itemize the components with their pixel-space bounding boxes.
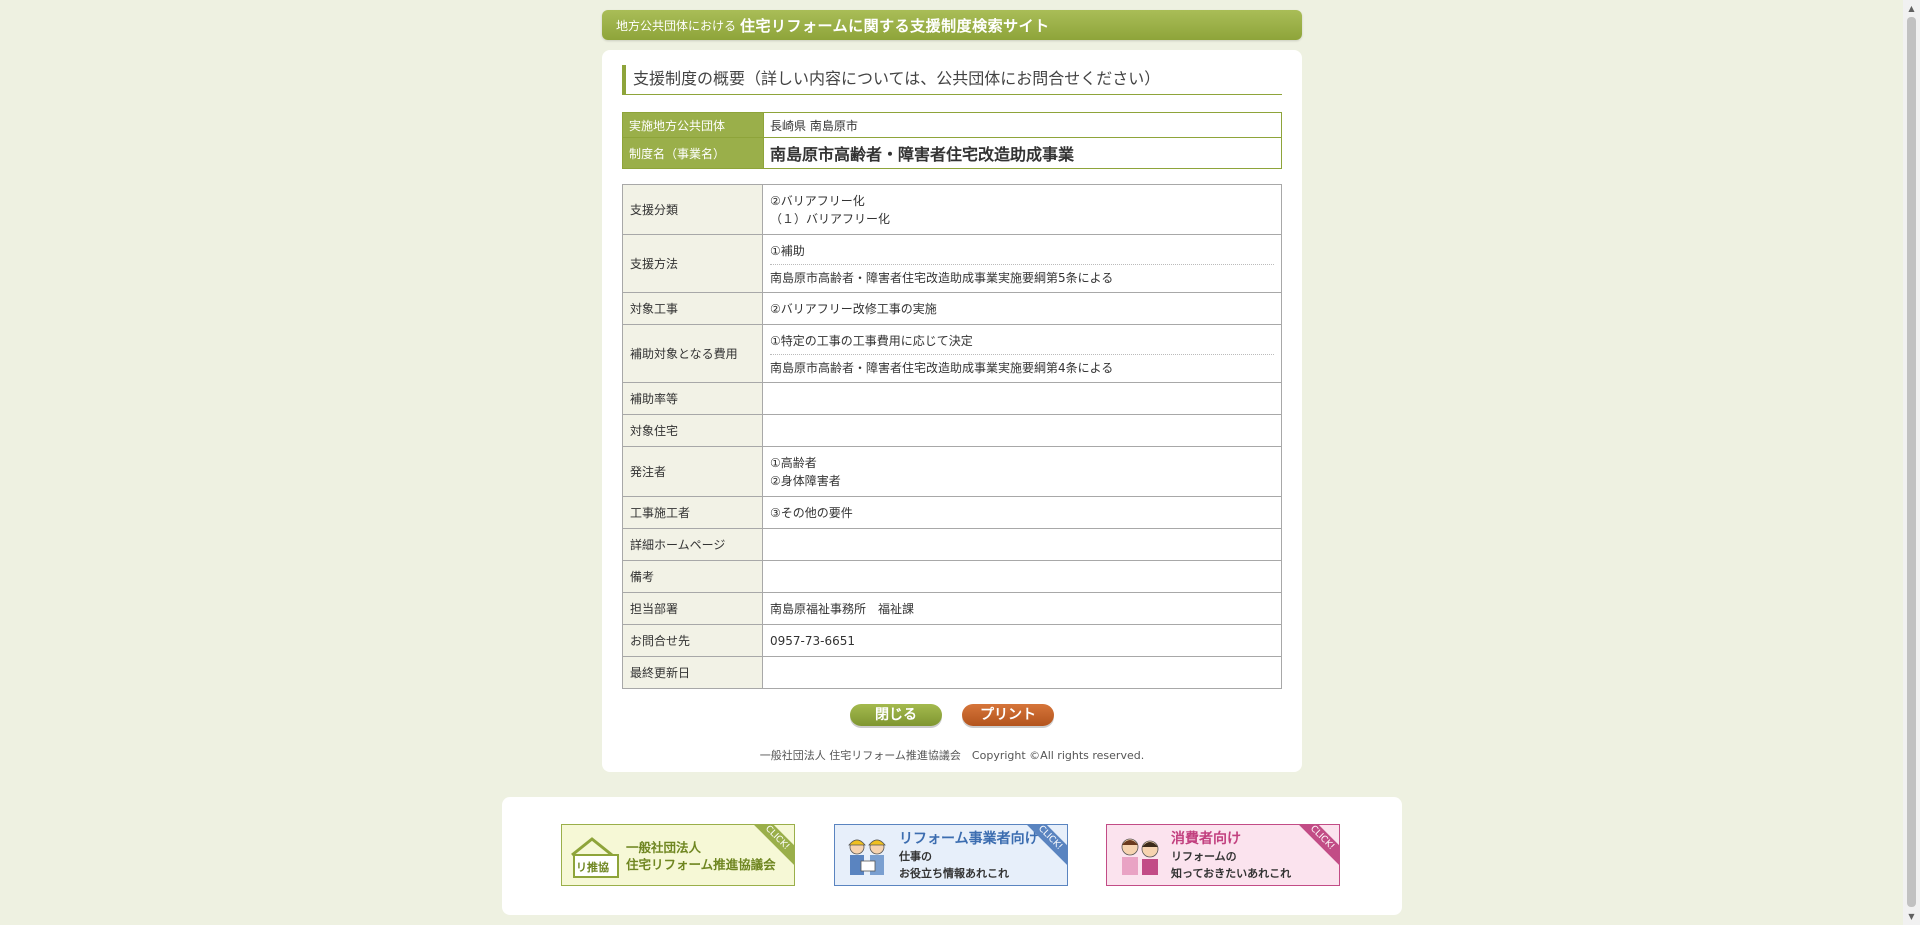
house-logo-icon: リ推協: [571, 837, 619, 878]
business-banner-link[interactable]: リフォーム事業者向け 仕事の お役立ち情報あれこれ CLICK!: [834, 824, 1068, 886]
scroll-thumb[interactable]: [1907, 17, 1916, 907]
business-banner-sub2: お役立ち情報あれこれ: [899, 867, 1009, 880]
table-row: 制度名（事業名） 南島原市高齢者・障害者住宅改造助成事業: [622, 137, 1282, 169]
print-button[interactable]: プリント: [962, 704, 1054, 726]
orderer-label: 発注者: [622, 446, 763, 497]
house-value: [762, 414, 1282, 447]
builder-value: ③その他の要件: [762, 496, 1282, 529]
cost-note: 南島原市高齢者・障害者住宅改造助成事業実施要綱第4条による: [770, 353, 1274, 376]
rate-value: [762, 382, 1282, 415]
table-row: 支援分類 ②バリアフリー化 （１）バリアフリー化: [622, 184, 1282, 235]
org-label: 実施地方公共団体: [622, 112, 764, 138]
consumer-banner-sub2: 知っておきたいあれこれ: [1171, 867, 1292, 880]
site-banner: 地方公共団体における 住宅リフォームに関する支援制度検索サイト: [602, 10, 1302, 40]
consumer-banner-sub1: リフォームの: [1171, 850, 1237, 863]
association-banner-line2: 住宅リフォーム推進協議会: [626, 857, 776, 872]
program-name-value: 南島原市高齢者・障害者住宅改造助成事業: [763, 137, 1282, 169]
banner-prefix: 地方公共団体における: [616, 18, 737, 33]
workers-icon: [848, 839, 886, 875]
table-row: 工事施工者 ③その他の要件: [622, 496, 1282, 529]
business-banner-title: リフォーム事業者向け: [899, 831, 1039, 847]
table-row: 補助率等: [622, 382, 1282, 415]
homepage-label: 詳細ホームページ: [622, 528, 763, 561]
method-label: 支援方法: [622, 234, 763, 293]
consumer-banner-link[interactable]: 消費者向け リフォームの 知っておきたいあれこれ CLICK!: [1106, 824, 1340, 886]
org-value: 長崎県 南島原市: [763, 112, 1282, 138]
category-value-2: （１）バリアフリー化: [770, 211, 891, 226]
association-banner-link[interactable]: リ推協 一般社団法人 住宅リフォーム推進協議会 CLICK!: [561, 824, 795, 886]
homepage-value[interactable]: [762, 528, 1282, 561]
table-row: 対象工事 ②バリアフリー改修工事の実施: [622, 292, 1282, 325]
dept-label: 担当部署: [622, 592, 763, 625]
page-heading: 支援制度の概要（詳しい内容については、公共団体にお問合せください）: [622, 65, 1282, 95]
orderer-value-2: ②身体障害者: [770, 473, 841, 488]
cost-label: 補助対象となる費用: [622, 324, 763, 383]
orderer-value-1: ①高齢者: [770, 455, 817, 470]
updated-value: [762, 656, 1282, 689]
category-value-1: ②バリアフリー化: [770, 193, 865, 208]
contact-label: お問合せ先: [622, 624, 763, 657]
work-label: 対象工事: [622, 292, 763, 325]
table-row: 支援方法 ①補助 南島原市高齢者・障害者住宅改造助成事業実施要綱第5条による: [622, 234, 1282, 293]
house-label: 対象住宅: [622, 414, 763, 447]
program-name-label: 制度名（事業名）: [622, 137, 764, 169]
table-row: 補助対象となる費用 ①特定の工事の工事費用に応じて決定 南島原市高齢者・障害者住…: [622, 324, 1282, 383]
category-label: 支援分類: [622, 184, 763, 235]
rate-label: 補助率等: [622, 382, 763, 415]
business-banner-sub1: 仕事の: [899, 850, 932, 863]
table-row: お問合せ先 0957-73-6651: [622, 624, 1282, 657]
association-banner-line1: 一般社団法人: [626, 840, 702, 855]
site-title: 住宅リフォームに関する支援制度検索サイト: [740, 16, 1050, 35]
work-value: ②バリアフリー改修工事の実施: [762, 292, 1282, 325]
footer: リ推協 一般社団法人 住宅リフォーム推進協議会 CLICK! リフォーム事業者向…: [502, 797, 1402, 915]
click-ribbon: CLICK!: [1292, 825, 1339, 868]
svg-text:リ推協: リ推協: [576, 860, 609, 874]
scroll-up-icon[interactable]: ▲: [1903, 0, 1920, 17]
table-row: 対象住宅: [622, 414, 1282, 447]
copyright: 一般社団法人 住宅リフォーム推進協議会 Copyright ©All right…: [759, 749, 1145, 762]
table-row: 実施地方公共団体 長崎県 南島原市: [622, 112, 1282, 138]
method-value: ①補助: [770, 243, 805, 258]
remarks-label: 備考: [622, 560, 763, 593]
consumer-banner-title: 消費者向け: [1171, 831, 1241, 847]
scroll-down-icon[interactable]: ▼: [1903, 908, 1920, 925]
dept-value: 南島原福祉事務所 福祉課: [762, 592, 1282, 625]
table-row: 備考: [622, 560, 1282, 593]
cost-value: ①特定の工事の工事費用に応じて決定: [770, 333, 973, 348]
table-row: 最終更新日: [622, 656, 1282, 689]
method-note: 南島原市高齢者・障害者住宅改造助成事業実施要綱第5条による: [770, 263, 1274, 286]
summary-table: 実施地方公共団体 長崎県 南島原市 制度名（事業名） 南島原市高齢者・障害者住宅…: [622, 112, 1282, 169]
remarks-value: [762, 560, 1282, 593]
contact-value: 0957-73-6651: [762, 624, 1282, 657]
vertical-scrollbar[interactable]: ▲ ▼: [1903, 0, 1920, 925]
table-row: 詳細ホームページ: [622, 528, 1282, 561]
close-button[interactable]: 閉じる: [850, 704, 942, 726]
details-table: 支援分類 ②バリアフリー化 （１）バリアフリー化 支援方法 ①補助 南島原市高齢…: [622, 184, 1282, 689]
main-panel: 支援制度の概要（詳しい内容については、公共団体にお問合せください） 実施地方公共…: [602, 50, 1302, 772]
updated-label: 最終更新日: [622, 656, 763, 689]
table-row: 担当部署 南島原福祉事務所 福祉課: [622, 592, 1282, 625]
builder-label: 工事施工者: [622, 496, 763, 529]
table-row: 発注者 ①高齢者 ②身体障害者: [622, 446, 1282, 497]
family-icon: [1121, 838, 1159, 875]
